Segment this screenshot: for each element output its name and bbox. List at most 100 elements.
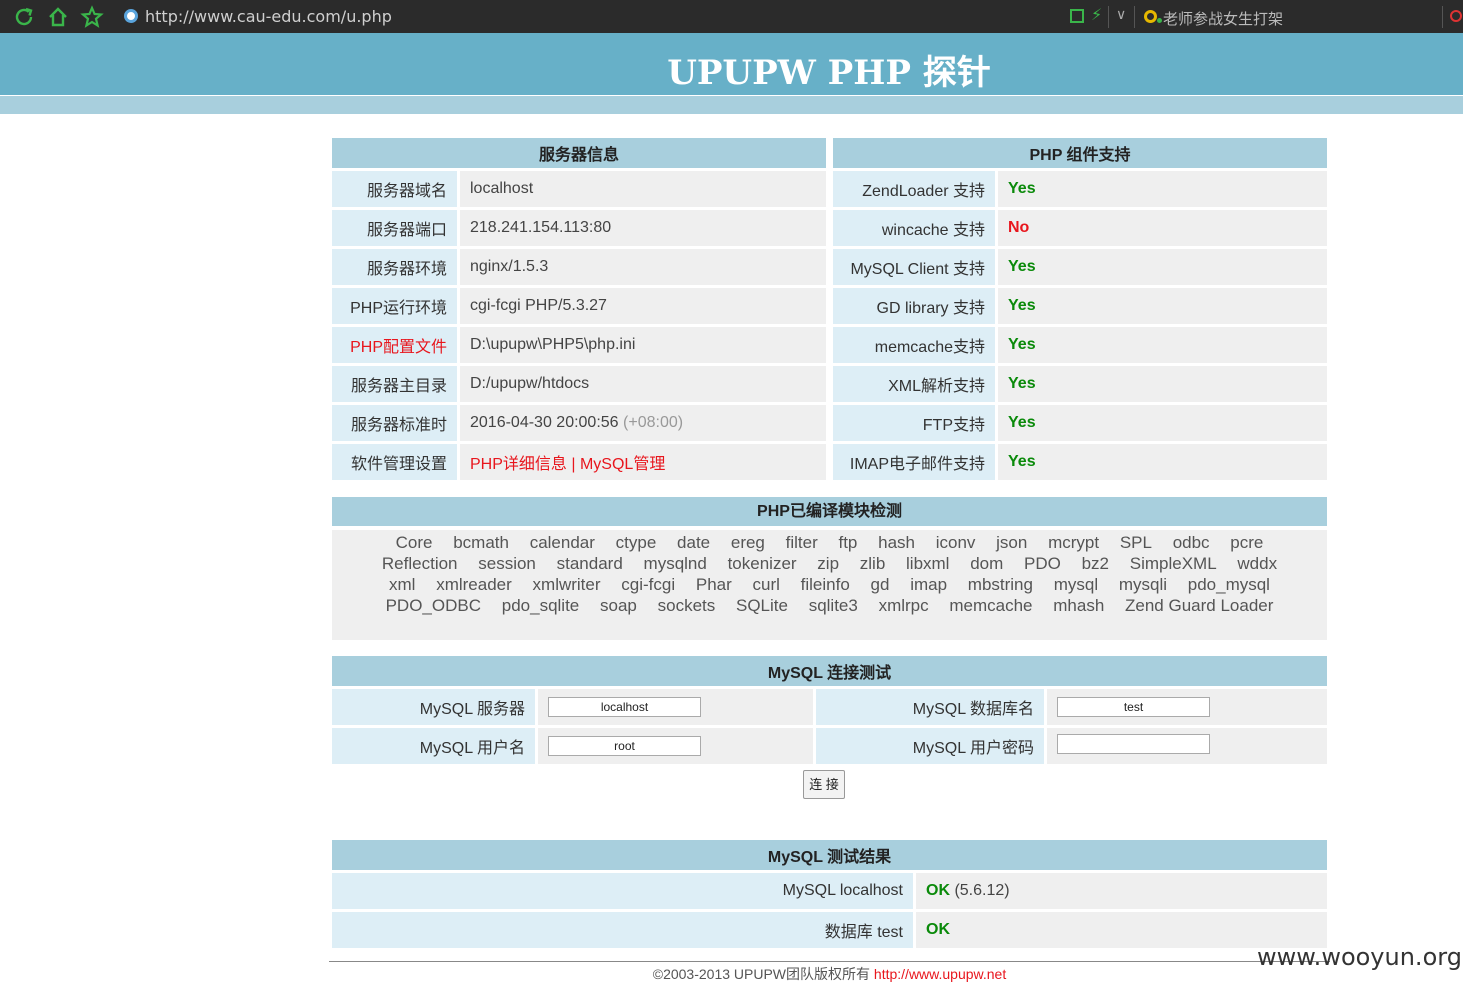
mysql-user-cell: root xyxy=(538,728,813,764)
mysql-user-input[interactable]: root xyxy=(548,736,701,756)
table-row: MySQL localhost OK (5.6.12) xyxy=(332,873,1327,909)
module-item: xmlwriter xyxy=(532,575,601,594)
mysql-db-label: MySQL 数据库名 xyxy=(816,689,1044,725)
table-row: 软件管理设置 PHP详细信息 | MySQL管理 xyxy=(332,444,826,480)
module-item: date xyxy=(677,533,711,552)
qr-code-icon[interactable] xyxy=(1070,9,1084,23)
module-item: odbc xyxy=(1172,533,1210,552)
upupw-link[interactable]: http://www.upupw.net xyxy=(874,966,1006,982)
module-item: bcmath xyxy=(453,533,509,552)
mysql-pass-label: MySQL 用户密码 xyxy=(816,728,1044,764)
table-row: ZendLoader 支持 Yes xyxy=(833,171,1327,207)
extension-icon[interactable] xyxy=(1450,10,1462,22)
connect-button[interactable]: 连 接 xyxy=(803,770,845,799)
module-item: mbstring xyxy=(967,575,1033,594)
module-item: zip xyxy=(817,554,840,573)
php-support-table: PHP 组件支持 ZendLoader 支持 Yes wincache 支持 N… xyxy=(830,135,1330,483)
mysql-version: (5.6.12) xyxy=(954,882,1010,899)
row-value: PHP详细信息 | MySQL管理 xyxy=(460,444,826,480)
php-config-link[interactable]: PHP配置文件 xyxy=(332,327,457,363)
row-label: 服务器标准时 xyxy=(332,405,457,441)
module-item: xmlreader xyxy=(436,575,512,594)
server-info-table: 服务器信息 服务器域名 localhost 服务器端口 218.241.154.… xyxy=(329,135,829,483)
status-value: Yes xyxy=(998,366,1327,402)
module-item: memcache xyxy=(949,596,1033,615)
table-row: memcache支持 Yes xyxy=(833,327,1327,363)
module-item: bz2 xyxy=(1081,554,1110,573)
module-item: iconv xyxy=(935,533,976,552)
module-item: PDO_ODBC xyxy=(385,596,482,615)
mysql-admin-link[interactable]: MySQL管理 xyxy=(580,456,665,473)
row-label: wincache 支持 xyxy=(833,210,995,246)
refresh-icon[interactable] xyxy=(12,5,36,29)
module-item: sqlite3 xyxy=(808,596,858,615)
browser-toolbar: http://www.cau-edu.com/u.php ⚡ ∨ 老师参战女生打… xyxy=(0,0,1463,33)
mysql-connect-table: MySQL 连接测试 MySQL 服务器 localhost MySQL 数据库… xyxy=(329,653,1330,767)
address-bar[interactable]: http://www.cau-edu.com/u.php xyxy=(145,7,392,26)
table-row: 服务器端口 218.241.154.113:80 xyxy=(332,210,826,246)
status-value: Yes xyxy=(998,444,1327,480)
result-value: OK (5.6.12) xyxy=(916,873,1327,909)
module-item: SQLite xyxy=(735,596,788,615)
mysql-db-input[interactable]: test xyxy=(1057,697,1210,717)
module-item: sockets xyxy=(657,596,716,615)
status-ok: OK xyxy=(926,921,950,938)
module-item: pcre xyxy=(1230,533,1264,552)
module-item: fileinfo xyxy=(800,575,850,594)
table-row: 数据库 test OK xyxy=(332,912,1327,948)
phpinfo-link[interactable]: PHP详细信息 xyxy=(470,456,567,473)
row-label: 服务器域名 xyxy=(332,171,457,207)
search-dot-icon xyxy=(1157,18,1162,23)
modules-list: Core bcmath calendar ctype date ereg fil… xyxy=(332,530,1327,640)
module-item: gd xyxy=(870,575,890,594)
server-time: 2016-04-30 20:00:56 xyxy=(470,414,619,431)
search-icon[interactable] xyxy=(1144,10,1157,23)
mysql-password-input[interactable] xyxy=(1057,733,1210,754)
home-icon[interactable] xyxy=(46,5,70,29)
status-value: No xyxy=(998,210,1327,246)
module-item: Core xyxy=(395,533,433,552)
status-value: Yes xyxy=(998,288,1327,324)
module-item: Phar xyxy=(695,575,732,594)
mysql-user-label: MySQL 用户名 xyxy=(332,728,535,764)
row-value: localhost xyxy=(460,171,826,207)
toolbar-divider xyxy=(1134,6,1135,28)
table-row: 服务器域名 localhost xyxy=(332,171,826,207)
table-row: MySQL 服务器 localhost MySQL 数据库名 test xyxy=(332,689,1327,725)
row-value: 218.241.154.113:80 xyxy=(460,210,826,246)
module-item: dom xyxy=(970,554,1004,573)
module-item: xmlrpc xyxy=(878,596,929,615)
footer-divider xyxy=(329,961,1330,962)
table-row: 服务器标准时 2016-04-30 20:00:56 (+08:00) xyxy=(332,405,826,441)
row-value: D:\upupw\PHP5\php.ini xyxy=(460,327,826,363)
table-row: FTP支持 Yes xyxy=(833,405,1327,441)
module-item: imap xyxy=(910,575,948,594)
copyright-text: ©2003-2013 UPUPW团队版权所有 xyxy=(652,966,871,982)
table-row: 服务器环境 nginx/1.5.3 xyxy=(332,249,826,285)
row-value: cgi-fcgi PHP/5.3.27 xyxy=(460,288,826,324)
chevron-down-icon[interactable]: ∨ xyxy=(1116,6,1126,23)
bookmark-star-icon[interactable] xyxy=(80,5,104,29)
php-support-title: PHP 组件支持 xyxy=(833,138,1327,168)
search-input[interactable]: 老师参战女生打架 xyxy=(1163,8,1283,29)
module-item: Reflection xyxy=(381,554,458,573)
server-info-title: 服务器信息 xyxy=(332,138,826,168)
table-row: IMAP电子邮件支持 Yes xyxy=(833,444,1327,480)
table-row: MySQL Client 支持 Yes xyxy=(833,249,1327,285)
link-separator: | xyxy=(571,456,576,473)
mysql-pass-cell xyxy=(1047,728,1327,764)
row-label: MySQL Client 支持 xyxy=(833,249,995,285)
mysql-server-input[interactable]: localhost xyxy=(548,697,701,717)
module-item: mysqli xyxy=(1118,575,1168,594)
module-item: SimpleXML xyxy=(1129,554,1217,573)
module-item: json xyxy=(996,533,1028,552)
table-row: 服务器主目录 D:/upupw/htdocs xyxy=(332,366,826,402)
speed-mode-icon[interactable]: ⚡ xyxy=(1091,5,1102,25)
module-item: soap xyxy=(600,596,637,615)
row-label: 软件管理设置 xyxy=(332,444,457,480)
site-info-icon[interactable] xyxy=(124,9,138,23)
row-value: D:/upupw/htdocs xyxy=(460,366,826,402)
module-item: wddx xyxy=(1237,554,1278,573)
mysql-result-table: MySQL 测试结果 MySQL localhost OK (5.6.12) 数… xyxy=(329,837,1330,951)
module-item: standard xyxy=(556,554,623,573)
